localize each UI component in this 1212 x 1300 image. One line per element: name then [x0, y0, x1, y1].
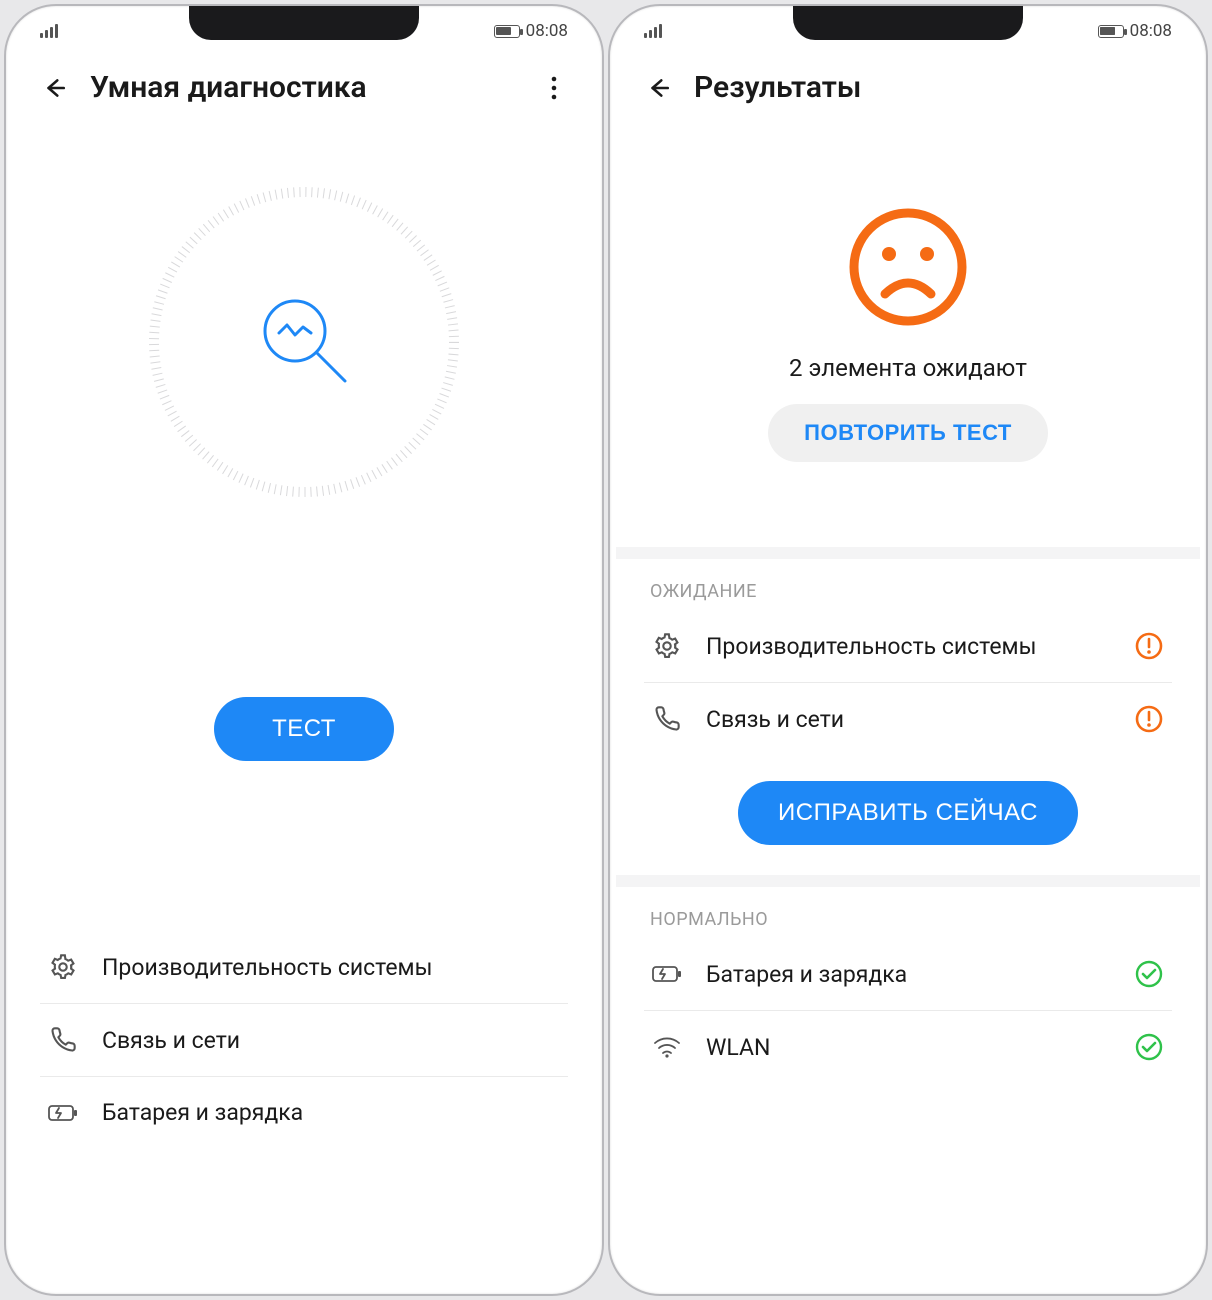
list-item-label: Связь и сети	[102, 1027, 562, 1054]
list-item-performance[interactable]: Производительность системы	[644, 610, 1172, 683]
normal-list: Батарея и зарядка WLAN	[616, 938, 1200, 1083]
signal-icon	[40, 24, 58, 38]
list-item-battery[interactable]: Батарея и зарядка	[644, 938, 1172, 1011]
gear-icon	[650, 632, 684, 660]
test-button[interactable]: ТЕСТ	[214, 697, 394, 761]
alert-icon	[1132, 632, 1166, 660]
pending-text: 2 элемента ожидают	[789, 354, 1027, 382]
list-item-battery[interactable]: Батарея и зарядка	[40, 1077, 568, 1148]
list-item-label: Батарея и зарядка	[102, 1099, 562, 1126]
check-icon	[1132, 960, 1166, 988]
list-item-performance[interactable]: Производительность системы	[40, 931, 568, 1004]
status-time: 08:08	[1130, 21, 1172, 41]
divider	[616, 875, 1200, 887]
list-item-label: Производительность системы	[706, 633, 1110, 660]
section-waiting-header: ОЖИДАНИЕ	[616, 559, 1200, 610]
list-item-wlan[interactable]: WLAN	[644, 1011, 1172, 1083]
more-button[interactable]	[540, 74, 568, 102]
retry-button[interactable]: ПОВТОРИТЬ ТЕСТ	[768, 404, 1048, 462]
header: Результаты	[616, 50, 1200, 117]
notch	[189, 6, 419, 40]
header: Умная диагностика	[12, 50, 596, 117]
phone-icon	[650, 705, 684, 733]
divider	[616, 547, 1200, 559]
page-title: Умная диагностика	[90, 70, 518, 105]
phone-icon	[46, 1026, 80, 1054]
phone-left: 08:08 Умная диагностика	[4, 4, 604, 1296]
status-time: 08:08	[526, 21, 568, 41]
wifi-icon	[650, 1035, 684, 1059]
sad-face-icon	[843, 202, 973, 332]
battery-icon	[494, 25, 520, 38]
battery-charge-icon	[650, 964, 684, 984]
gear-icon	[46, 953, 80, 981]
back-button[interactable]	[644, 74, 672, 102]
phone-right: 08:08 Результаты 2 элемента ожидают ПОВТ…	[608, 4, 1208, 1296]
magnifier-icon	[249, 285, 359, 399]
list-item-label: Производительность системы	[102, 954, 562, 981]
back-button[interactable]	[40, 74, 68, 102]
battery-icon	[1098, 25, 1124, 38]
category-list: Производительность системы Связь и сети …	[12, 931, 596, 1148]
notch	[793, 6, 1023, 40]
hero-area: 2 элемента ожидают ПОВТОРИТЬ ТЕСТ	[616, 117, 1200, 547]
page-title: Результаты	[694, 70, 1172, 105]
check-icon	[1132, 1033, 1166, 1061]
section-normal-header: НОРМАЛЬНО	[616, 887, 1200, 938]
hero-area	[12, 117, 596, 567]
list-item-network[interactable]: Связь и сети	[644, 683, 1172, 755]
signal-icon	[644, 24, 662, 38]
list-item-label: Связь и сети	[706, 706, 1110, 733]
list-item-label: Батарея и зарядка	[706, 961, 1110, 988]
list-item-network[interactable]: Связь и сети	[40, 1004, 568, 1077]
list-item-label: WLAN	[706, 1034, 1110, 1061]
alert-icon	[1132, 705, 1166, 733]
waiting-list: Производительность системы Связь и сети	[616, 610, 1200, 755]
battery-charge-icon	[46, 1103, 80, 1123]
fix-now-button[interactable]: ИСПРАВИТЬ СЕЙЧАС	[738, 781, 1078, 845]
